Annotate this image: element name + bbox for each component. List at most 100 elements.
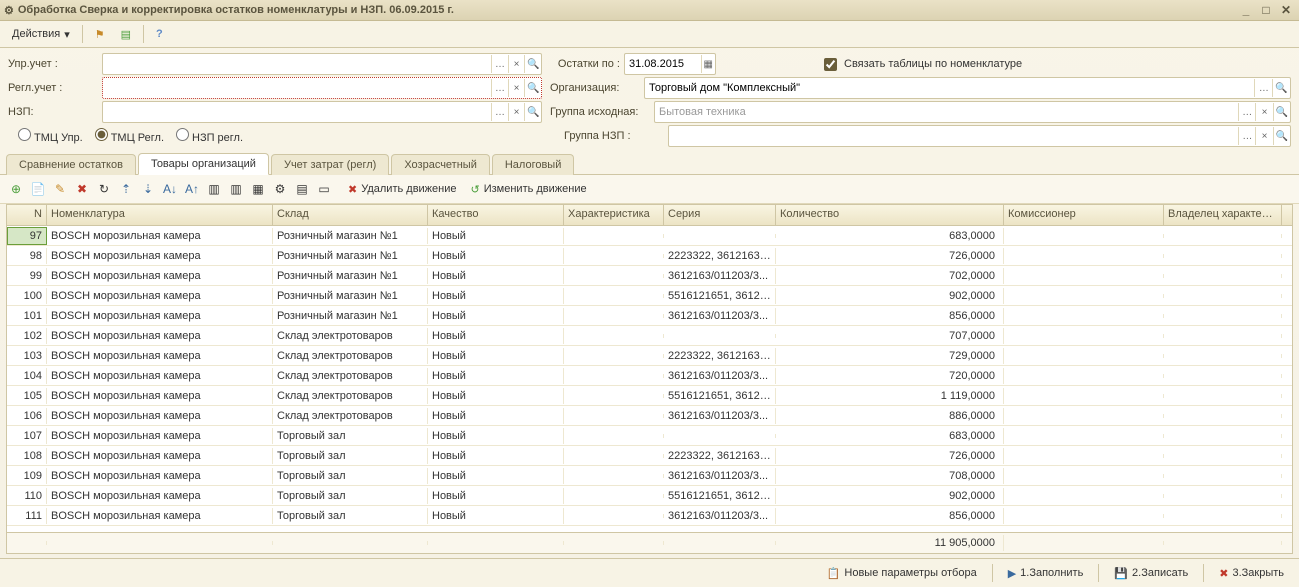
search-icon[interactable]: 🔍	[524, 55, 541, 73]
table-row[interactable]: 97BOSCH морозильная камераРозничный мага…	[7, 226, 1292, 246]
sort-asc-icon[interactable]: A↓	[160, 179, 180, 199]
table-row[interactable]: 111BOSCH морозильная камераТорговый залН…	[7, 506, 1292, 526]
group-icon[interactable]: ▦	[248, 179, 268, 199]
table-row[interactable]: 104BOSCH морозильная камераСклад электро…	[7, 366, 1292, 386]
clear-button[interactable]: ×	[1255, 103, 1272, 121]
delete-icon[interactable]: ✖	[72, 179, 92, 199]
upr-field[interactable]: … × 🔍	[102, 53, 542, 75]
table-row[interactable]: 110BOSCH морозильная камераТорговый залН…	[7, 486, 1292, 506]
regl-input[interactable]	[103, 82, 491, 94]
group-ish-field[interactable]: … × 🔍	[654, 101, 1291, 123]
tab-tax[interactable]: Налоговый	[492, 154, 575, 175]
table-row[interactable]: 105BOSCH морозильная камераСклад электро…	[7, 386, 1292, 406]
table-row[interactable]: 108BOSCH морозильная камераТорговый залН…	[7, 446, 1292, 466]
choose-button[interactable]: …	[1238, 103, 1255, 121]
th-commissioner[interactable]: Комиссионер	[1004, 205, 1164, 225]
cell-n: 98	[7, 248, 47, 264]
close-button[interactable]: ✕	[1277, 3, 1295, 17]
th-nomenclature[interactable]: Номенклатура	[47, 205, 273, 225]
table-row[interactable]: 100BOSCH морозильная камераРозничный маг…	[7, 286, 1292, 306]
choose-button[interactable]: …	[1254, 79, 1272, 97]
th-quantity[interactable]: Количество	[776, 205, 1004, 225]
toolbar-icon-1[interactable]: ⚑	[89, 26, 111, 43]
export-icon[interactable]: ▭	[314, 179, 334, 199]
filter-off-icon[interactable]: ▥	[226, 179, 246, 199]
th-owner[interactable]: Владелец характери...	[1164, 205, 1282, 225]
settings-icon[interactable]: ⚙	[270, 179, 290, 199]
th-warehouse[interactable]: Склад	[273, 205, 428, 225]
cell-characteristic	[564, 234, 664, 238]
nzp-field[interactable]: … × 🔍	[102, 101, 542, 123]
clear-button[interactable]: ×	[508, 103, 525, 121]
th-quality[interactable]: Качество	[428, 205, 564, 225]
move-up-icon[interactable]: ⇡	[116, 179, 136, 199]
search-icon[interactable]: 🔍	[1272, 79, 1290, 97]
sort-desc-icon[interactable]: A↑	[182, 179, 202, 199]
new-filter-params-button[interactable]: 📋 Новые параметры отбора	[818, 563, 986, 584]
tab-cost-accounting[interactable]: Учет затрат (регл)	[271, 154, 389, 175]
actions-menu[interactable]: Действия ▾	[6, 26, 76, 43]
ostatki-field[interactable]: ▦	[624, 53, 716, 75]
help-button[interactable]: ?	[150, 26, 169, 42]
table-toolbar: ⊕ 📄 ✎ ✖ ↻ ⇡ ⇣ A↓ A↑ ▥ ▥ ▦ ⚙ ▤ ▭ ✖ Удалит…	[0, 175, 1299, 204]
choose-button[interactable]: …	[491, 55, 508, 73]
radio-tmc-regl[interactable]: ТМЦ Регл.	[95, 128, 164, 144]
tab-org-goods[interactable]: Товары организаций	[138, 153, 269, 175]
th-characteristic[interactable]: Характеристика	[564, 205, 664, 225]
clear-button[interactable]: ×	[1255, 127, 1272, 145]
edit-move-button[interactable]: ↺ Изменить движение	[465, 181, 593, 198]
choose-button[interactable]: …	[491, 103, 508, 121]
save-button[interactable]: 💾 2.Записать	[1105, 563, 1197, 584]
minimize-button[interactable]: _	[1237, 3, 1255, 17]
search-icon[interactable]: 🔍	[1273, 103, 1290, 121]
tab-hozraschet[interactable]: Хозрасчетный	[391, 154, 490, 175]
table-row[interactable]: 99BOSCH морозильная камераРозничный мага…	[7, 266, 1292, 286]
th-n[interactable]: N	[7, 205, 47, 225]
upr-input[interactable]	[103, 58, 491, 70]
search-icon[interactable]: 🔍	[1273, 127, 1290, 145]
search-icon[interactable]: 🔍	[524, 103, 541, 121]
radio-nzp-regl[interactable]: НЗП регл.	[176, 128, 243, 144]
refresh-icon[interactable]: ↻	[94, 179, 114, 199]
copy-icon[interactable]: 📄	[28, 179, 48, 199]
tab-comparison[interactable]: Сравнение остатков	[6, 154, 136, 175]
group-nzp-input[interactable]	[669, 130, 1238, 142]
move-down-icon[interactable]: ⇣	[138, 179, 158, 199]
clear-button[interactable]: ×	[508, 55, 525, 73]
maximize-button[interactable]: □	[1257, 3, 1275, 17]
fill-button[interactable]: ▶ 1.Заполнить	[999, 563, 1093, 584]
clear-button[interactable]: ×	[508, 79, 525, 97]
table-row[interactable]: 103BOSCH морозильная камераСклад электро…	[7, 346, 1292, 366]
group-ish-input[interactable]	[655, 106, 1238, 118]
search-icon[interactable]: 🔍	[524, 79, 541, 97]
add-icon[interactable]: ⊕	[6, 179, 26, 199]
radio-tmc-upr[interactable]: ТМЦ Упр.	[18, 128, 83, 144]
delete-move-button[interactable]: ✖ Удалить движение	[342, 181, 463, 198]
columns-icon[interactable]: ▤	[292, 179, 312, 199]
filter-icon[interactable]: ▥	[204, 179, 224, 199]
table-body[interactable]: 97BOSCH морозильная камераРозничный мага…	[7, 226, 1292, 532]
edit-icon[interactable]: ✎	[50, 179, 70, 199]
cell-quality: Новый	[428, 428, 564, 444]
nzp-input[interactable]	[103, 106, 491, 118]
org-input[interactable]	[645, 82, 1254, 94]
th-series[interactable]: Серия	[664, 205, 776, 225]
choose-button[interactable]: …	[1238, 127, 1255, 145]
calendar-icon[interactable]: ▦	[701, 55, 716, 73]
table-row[interactable]: 98BOSCH морозильная камераРозничный мага…	[7, 246, 1292, 266]
table-row[interactable]: 106BOSCH морозильная камераСклад электро…	[7, 406, 1292, 426]
regl-field[interactable]: … × 🔍	[102, 77, 542, 99]
org-field[interactable]: … 🔍	[644, 77, 1291, 99]
link-tables-input[interactable]	[824, 58, 837, 71]
ostatki-input[interactable]	[625, 58, 701, 70]
link-tables-checkbox[interactable]: Связать таблицы по номенклатуре	[824, 58, 1022, 71]
save-icon: 💾	[1114, 567, 1128, 580]
group-nzp-field[interactable]: … × 🔍	[668, 125, 1291, 147]
choose-button[interactable]: …	[491, 79, 508, 97]
table-row[interactable]: 101BOSCH морозильная камераРозничный маг…	[7, 306, 1292, 326]
close-form-button[interactable]: ✖ 3.Закрыть	[1210, 563, 1293, 584]
table-row[interactable]: 107BOSCH морозильная камераТорговый залН…	[7, 426, 1292, 446]
table-row[interactable]: 109BOSCH морозильная камераТорговый залН…	[7, 466, 1292, 486]
toolbar-icon-2[interactable]: ▤	[115, 26, 137, 43]
table-row[interactable]: 102BOSCH морозильная камераСклад электро…	[7, 326, 1292, 346]
